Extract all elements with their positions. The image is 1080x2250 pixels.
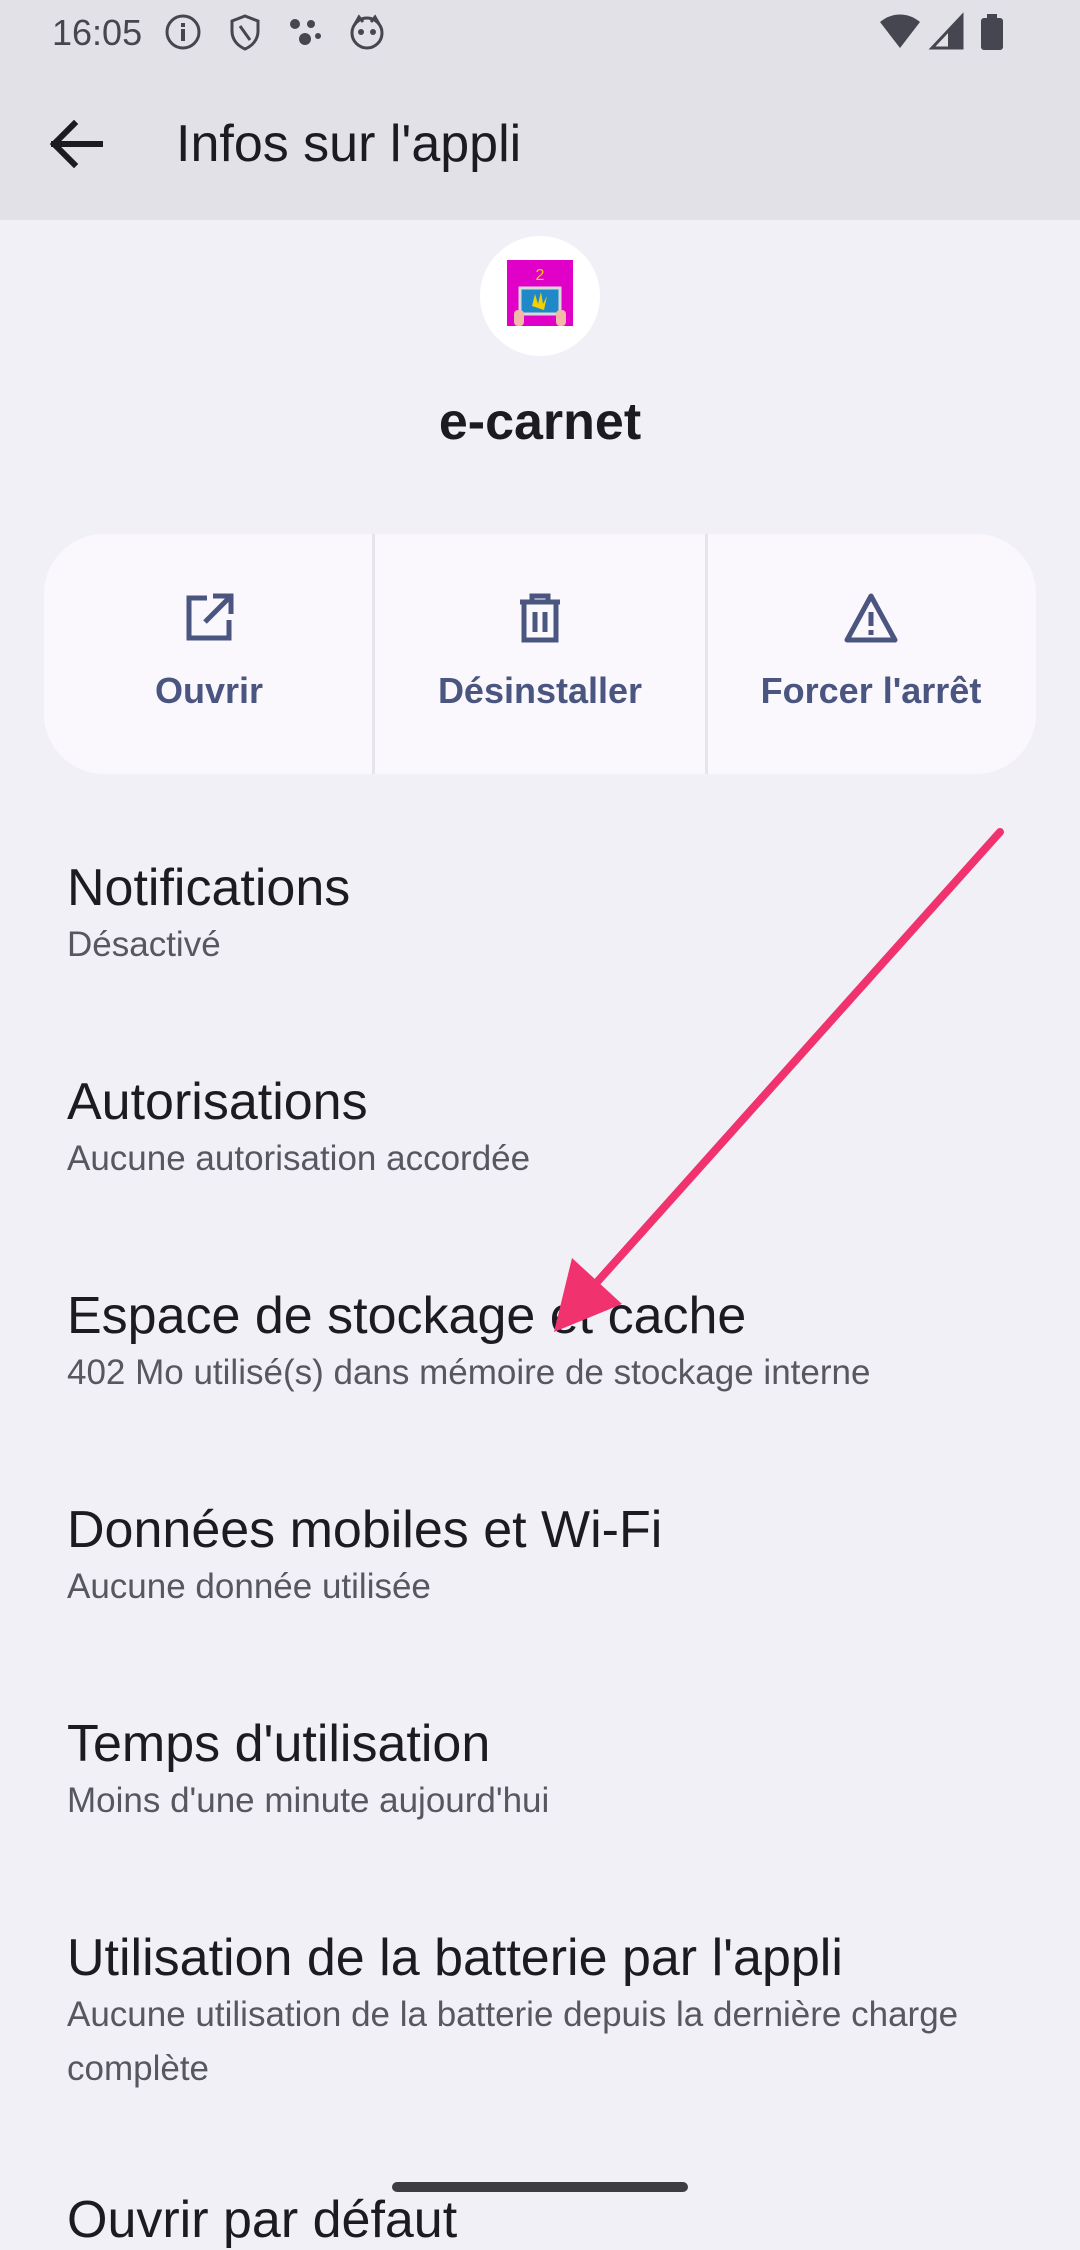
- annotation-arrow-icon: [554, 828, 1004, 1332]
- navigation-handle[interactable]: [392, 2182, 688, 2192]
